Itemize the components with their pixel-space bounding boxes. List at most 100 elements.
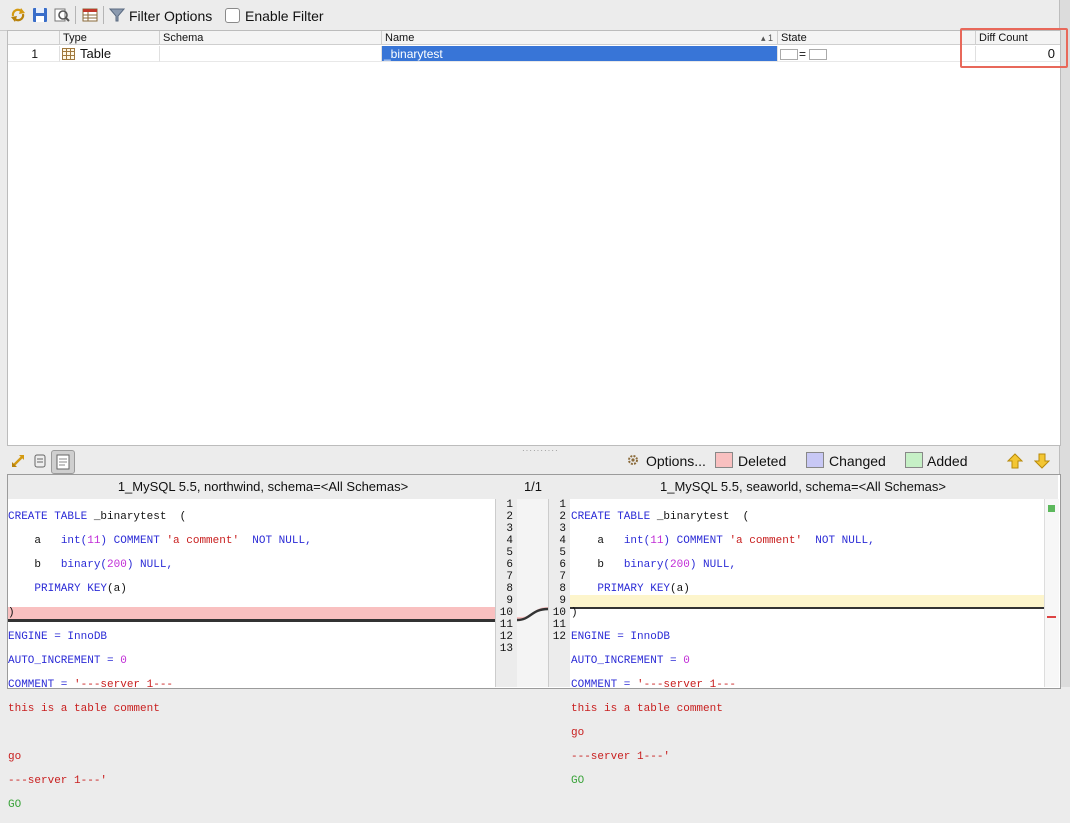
line-number: 3: [559, 523, 566, 535]
scroll-icon[interactable]: [32, 453, 48, 469]
sync-arrows-icon[interactable]: [10, 453, 26, 469]
code-line: ---server 1---': [8, 775, 108, 787]
line-number: 12: [552, 631, 566, 643]
code-line: a int(11) COMMENT 'a comment' NOT NULL,: [8, 535, 312, 547]
line-number: 6: [506, 559, 513, 571]
gear-icon[interactable]: [627, 454, 639, 466]
state-equals-symbol: =: [799, 47, 807, 61]
results-grid: Type Schema Name ▴ 1 State Diff Count 1 …: [7, 30, 1061, 446]
row-name-cell[interactable]: _binarytest: [382, 46, 778, 62]
code-line: ): [571, 607, 578, 619]
legend-changed-swatch: [806, 452, 824, 468]
legend-added-swatch: [905, 452, 923, 468]
code-line: GO: [571, 775, 585, 787]
legend-deleted-swatch: [715, 452, 733, 468]
line-number: 1: [559, 499, 566, 511]
main-toolbar: Filter Options Enable Filter: [0, 0, 1070, 31]
line-number: 8: [506, 583, 513, 595]
code-line: CREATE TABLE _binarytest (: [8, 511, 187, 523]
code-line: b binary(200) NULL,: [571, 559, 737, 571]
code-line: AUTO_INCREMENT = 0: [8, 655, 127, 667]
left-code-text: CREATE TABLE _binarytest ( a int(11) COM…: [8, 499, 495, 823]
code-line: CREATE TABLE _binarytest (: [571, 511, 750, 523]
previous-diff-arrow-icon[interactable]: [1007, 453, 1023, 469]
code-line: GO: [8, 799, 22, 811]
line-number: 13: [499, 643, 513, 655]
row-type-cell: Table: [60, 46, 160, 62]
left-pane-title: 1_MySQL 5.5, northwind, schema=<All Sche…: [117, 479, 409, 494]
table-icon: [62, 48, 75, 64]
diff-connector-gutter: [516, 499, 549, 687]
filter-icon[interactable]: [109, 7, 125, 23]
line-number: 7: [559, 571, 566, 583]
enable-filter-checkbox[interactable]: [225, 8, 240, 23]
state-left-box: [780, 49, 798, 60]
line-number: 8: [559, 583, 566, 595]
column-header-schema[interactable]: Schema: [160, 31, 382, 45]
code-line: this is a table comment: [8, 703, 160, 715]
code-line: ENGINE = InnoDB: [8, 631, 108, 643]
line-number: 4: [559, 535, 566, 547]
line-number: 10: [499, 607, 513, 619]
legend-changed-label: Changed: [829, 453, 886, 469]
line-number: 6: [559, 559, 566, 571]
line-number: 4: [506, 535, 513, 547]
column-header-state[interactable]: State: [778, 31, 976, 45]
code-line: PRIMARY KEY(a): [571, 583, 690, 595]
right-line-numbers: 1 2 3 4 5 6 7 8 9 10 11 12: [548, 499, 566, 643]
code-line: COMMENT = '---server 1---: [571, 679, 737, 691]
toolbar-separator: [103, 6, 104, 24]
splitter-handle[interactable]: ··········: [522, 446, 558, 455]
code-line: ENGINE = InnoDB: [571, 631, 671, 643]
diff-count-highlight: [960, 28, 1068, 68]
left-line-numbers: 1 2 3 4 5 6 7 8 9 10 11 12 13: [495, 499, 513, 655]
diff-counter: 1/1: [523, 479, 543, 494]
code-line: ---server 1---': [571, 751, 671, 763]
column-header-name-label: Name: [385, 32, 415, 44]
line-number: 1: [506, 499, 513, 511]
line-number: 10: [552, 607, 566, 619]
next-diff-arrow-icon[interactable]: [1034, 453, 1050, 469]
code-line: b binary(200) NULL,: [8, 559, 174, 571]
refresh-icon[interactable]: [10, 7, 26, 23]
line-number: 11: [499, 619, 513, 631]
legend-deleted-label: Deleted: [738, 453, 787, 469]
line-number: 2: [506, 511, 513, 523]
legend-added-label: Added: [927, 453, 968, 469]
toolbar-separator: [75, 6, 76, 24]
right-code-text: CREATE TABLE _binarytest ( a int(11) COM…: [571, 499, 1043, 799]
code-line: COMMENT = '---server 1---: [8, 679, 174, 691]
overview-marker-diff: [1047, 616, 1056, 618]
code-line: this is a table comment: [571, 703, 723, 715]
filter-options-label[interactable]: Filter Options: [129, 8, 212, 24]
code-line: a int(11) COMMENT 'a comment' NOT NULL,: [571, 535, 875, 547]
line-number: 9: [559, 595, 566, 607]
line-number: 9: [506, 595, 513, 607]
row-number-header: [8, 31, 60, 45]
overview-ruler[interactable]: [1044, 499, 1059, 687]
column-header-name[interactable]: Name ▴ 1: [382, 31, 778, 45]
code-line: go: [571, 727, 585, 739]
line-number: 7: [506, 571, 513, 583]
row-schema-cell: [160, 46, 382, 62]
code-line: PRIMARY KEY(a): [8, 583, 127, 595]
code-line: go: [8, 751, 22, 763]
search-icon[interactable]: [54, 7, 70, 23]
sort-indicator: ▴ 1: [760, 33, 773, 43]
code-line: AUTO_INCREMENT = 0: [571, 655, 690, 667]
document-toggle-icon[interactable]: [51, 450, 75, 474]
overview-marker-top: [1048, 505, 1055, 512]
row-type-label: Table: [80, 46, 112, 61]
options-button[interactable]: Options...: [646, 453, 706, 469]
enable-filter-label[interactable]: Enable Filter: [245, 8, 324, 24]
code-line: ): [8, 607, 15, 619]
line-number: 5: [559, 547, 566, 559]
line-number: 2: [559, 511, 566, 523]
state-right-box: [809, 49, 827, 60]
table-columns-icon[interactable]: [82, 7, 98, 23]
line-number: 3: [506, 523, 513, 535]
row-index: 1: [8, 46, 60, 62]
save-icon[interactable]: [32, 7, 48, 23]
column-header-type[interactable]: Type: [60, 31, 160, 45]
